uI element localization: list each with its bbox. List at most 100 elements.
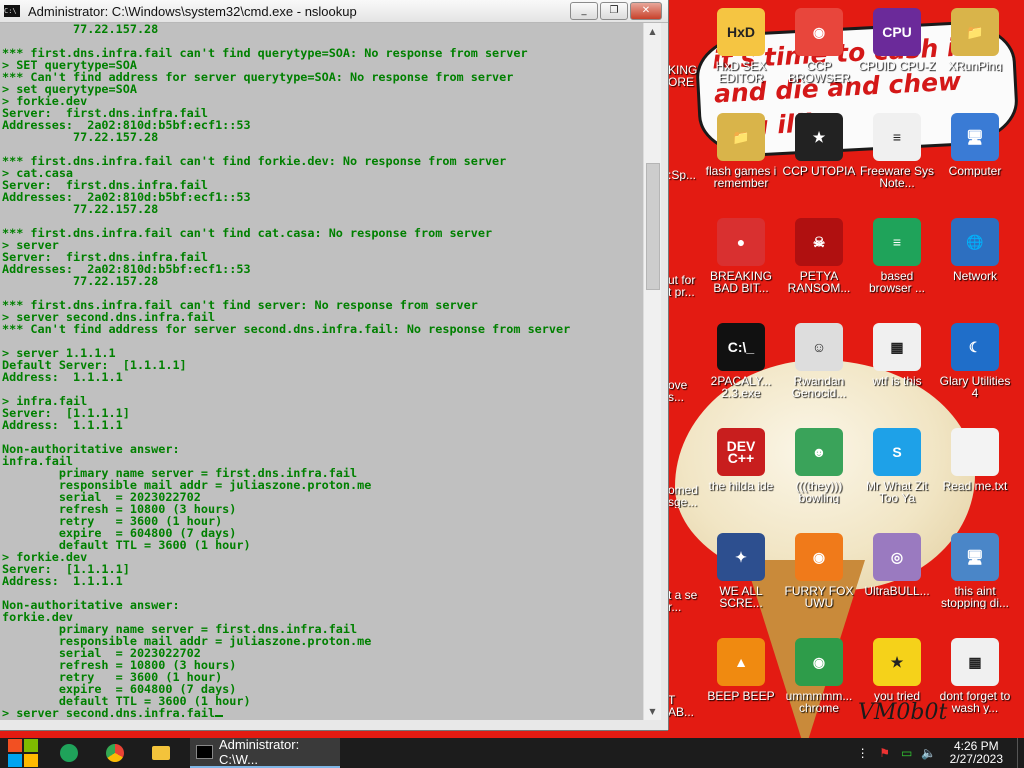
- icon-label: Mr What Zit Too Ya: [866, 480, 928, 504]
- bowling-icon: ☻: [795, 428, 843, 476]
- icon-label: Network: [952, 270, 997, 282]
- maximize-button[interactable]: ❐: [600, 2, 628, 20]
- start-button[interactable]: [0, 738, 46, 768]
- icon-label: BEEP BEEP: [707, 690, 775, 702]
- rwandan-shortcut[interactable]: ☺ Rwandan Genocid...: [780, 323, 858, 399]
- partial-icon-5[interactable]: omed sge...: [668, 484, 700, 508]
- you-tried-shortcut[interactable]: ★ you tried: [858, 638, 936, 702]
- readme-shortcut[interactable]: Read me.txt: [936, 428, 1014, 492]
- cpuz-shortcut[interactable]: CPU CPUID CPU-Z: [858, 8, 936, 72]
- bowling-shortcut[interactable]: ☻ (((they))) bowling: [780, 428, 858, 504]
- computer-shortcut[interactable]: 🖥 Computer: [936, 113, 1014, 177]
- icon-label: BREAKING BAD BIT...: [709, 270, 772, 294]
- devcpp-shortcut[interactable]: DEV C++ the hilda ide: [702, 428, 780, 492]
- partial-icon-4[interactable]: ove s...: [668, 379, 700, 403]
- wash-icon: ▦: [951, 638, 999, 686]
- icon-label: 2PACALY... 2.3.exe: [710, 375, 772, 399]
- chrome-icon: ◉: [795, 638, 843, 686]
- we-all-scream-icon: ✦: [717, 533, 765, 581]
- partial-icon-3[interactable]: ut for t pr...: [668, 274, 700, 298]
- wash-shortcut[interactable]: ▦ dont forget to wash y...: [936, 638, 1014, 714]
- icon-label: omed sge...: [668, 484, 699, 508]
- icon-label: CCP UTOPIA: [782, 165, 856, 177]
- skype-shortcut[interactable]: S Mr What Zit Too Ya: [858, 428, 936, 504]
- cmd-window[interactable]: C:\ Administrator: C:\Windows\system32\c…: [0, 0, 668, 730]
- ccp-utopia-icon: ★: [795, 113, 843, 161]
- glary-shortcut[interactable]: ☾ Glary Utilities 4: [936, 323, 1014, 399]
- scroll-up-arrow-icon[interactable]: ▲: [644, 23, 661, 40]
- icon-label: T AB...: [668, 694, 695, 718]
- partial-icon-6[interactable]: t a se r...: [668, 589, 700, 613]
- partial-icon-2[interactable]: :Sp...: [668, 169, 700, 181]
- volume-icon[interactable]: 🔈: [918, 746, 940, 760]
- minimize-button[interactable]: _: [570, 2, 598, 20]
- icon-label: UltraBULL...: [864, 585, 930, 597]
- taskbar-based-browser-icon[interactable]: [46, 738, 92, 768]
- system-tray: ⋮ ⚑ ▭ 🔈 4:26 PM 2/27/2023: [852, 738, 1024, 768]
- console-output[interactable]: 77.22.157.28 *** first.dns.infra.fail ca…: [0, 23, 643, 720]
- partial-icon-1[interactable]: KING ORE: [668, 64, 700, 88]
- icon-label: Glary Utilities 4: [939, 375, 1011, 399]
- window-title: Administrator: C:\Windows\system32\cmd.e…: [28, 3, 357, 19]
- vlc-shortcut[interactable]: ▲ BEEP BEEP: [702, 638, 780, 702]
- ccp-browser-shortcut[interactable]: ◉ CCP BROWSER: [780, 8, 858, 84]
- title-bar[interactable]: C:\ Administrator: C:\Windows\system32\c…: [0, 0, 668, 23]
- ultrabull-shortcut[interactable]: ◎ UltraBULL...: [858, 533, 936, 597]
- overflow-dots-icon[interactable]: ⋮: [852, 746, 874, 760]
- readme-icon: [951, 428, 999, 476]
- skype-icon: S: [873, 428, 921, 476]
- icon-label: PETYA RANSOM...: [787, 270, 851, 294]
- icon-label: (((they))) bowling: [795, 480, 843, 504]
- chrome-shortcut[interactable]: ◉ ummmmm... chrome: [780, 638, 858, 714]
- taskbar-explorer-icon[interactable]: [138, 738, 184, 768]
- hxd-icon: HxD: [717, 8, 765, 56]
- icon-label: WE ALL SCRE...: [719, 585, 763, 609]
- freeware-notes-icon: ≡: [873, 113, 921, 161]
- angry-birds-shortcut[interactable]: ● BREAKING BAD BIT...: [702, 218, 780, 294]
- icon-label: :Sp...: [668, 169, 697, 181]
- flag-icon[interactable]: ⚑: [874, 746, 896, 760]
- taskbar-cmd-item[interactable]: Administrator: C:\W...: [190, 737, 340, 768]
- glary-icon: ☾: [951, 323, 999, 371]
- icon-label: XRunPing: [947, 60, 1003, 72]
- icon-label: dont forget to wash y...: [939, 690, 1011, 714]
- firefox-shortcut[interactable]: ◉ FURRY FOX UWU: [780, 533, 858, 609]
- icon-label: ut for t pr...: [668, 274, 696, 298]
- show-desktop-button[interactable]: [1017, 738, 1024, 768]
- network-shortcut[interactable]: 🌐 Network: [936, 218, 1014, 282]
- icon-label: this aint stopping di...: [940, 585, 1010, 609]
- cmd-app-icon: C:\: [4, 5, 20, 17]
- xrunping-icon: 📁: [951, 8, 999, 56]
- 2pacaly-shortcut[interactable]: C:\_ 2PACALY... 2.3.exe: [702, 323, 780, 399]
- icon-label: Freeware Sys Note...: [859, 165, 935, 189]
- angry-birds-icon: ●: [717, 218, 765, 266]
- wtf-shortcut[interactable]: ▦ wtf is this: [858, 323, 936, 387]
- this-aint-shortcut[interactable]: 🖥 this aint stopping di...: [936, 533, 1014, 609]
- icon-label: CPUID CPU-Z: [858, 60, 936, 72]
- based-browser-shortcut[interactable]: ≡ based browser ...: [858, 218, 936, 294]
- scroll-down-arrow-icon[interactable]: ▼: [644, 703, 661, 720]
- taskbar-chrome-icon[interactable]: [92, 738, 138, 768]
- network-tray-icon[interactable]: ▭: [896, 746, 918, 760]
- icon-label: KING ORE: [668, 64, 698, 88]
- icon-label: t a se r...: [668, 589, 698, 613]
- ccp-utopia-shortcut[interactable]: ★ CCP UTOPIA: [780, 113, 858, 177]
- petya-shortcut[interactable]: ☠ PETYA RANSOM...: [780, 218, 858, 294]
- cpuz-icon: CPU: [873, 8, 921, 56]
- freeware-notes-shortcut[interactable]: ≡ Freeware Sys Note...: [858, 113, 936, 189]
- clock[interactable]: 4:26 PM 2/27/2023: [940, 740, 1017, 766]
- hxd-shortcut[interactable]: HxD HxD SEX EDITOR: [702, 8, 780, 84]
- close-button[interactable]: ✕: [630, 2, 662, 20]
- scrollbar-thumb[interactable]: [646, 163, 660, 290]
- icon-label: wtf is this: [872, 375, 922, 387]
- xrunping-shortcut[interactable]: 📁 XRunPing: [936, 8, 1014, 72]
- 2pacaly-icon: C:\_: [717, 323, 765, 371]
- vertical-scrollbar[interactable]: ▲ ▼: [643, 23, 661, 720]
- devcpp-icon: DEV C++: [717, 428, 765, 476]
- console-text: 77.22.157.28 *** first.dns.infra.fail ca…: [2, 23, 571, 720]
- we-all-scream-shortcut[interactable]: ✦ WE ALL SCRE...: [702, 533, 780, 609]
- taskbar: Administrator: C:\W... ⋮ ⚑ ▭ 🔈 4:26 PM 2…: [0, 737, 1024, 768]
- vlc-icon: ▲: [717, 638, 765, 686]
- flash-games-shortcut[interactable]: 📁 flash games i remember: [702, 113, 780, 189]
- partial-icon-7[interactable]: T AB...: [668, 694, 700, 718]
